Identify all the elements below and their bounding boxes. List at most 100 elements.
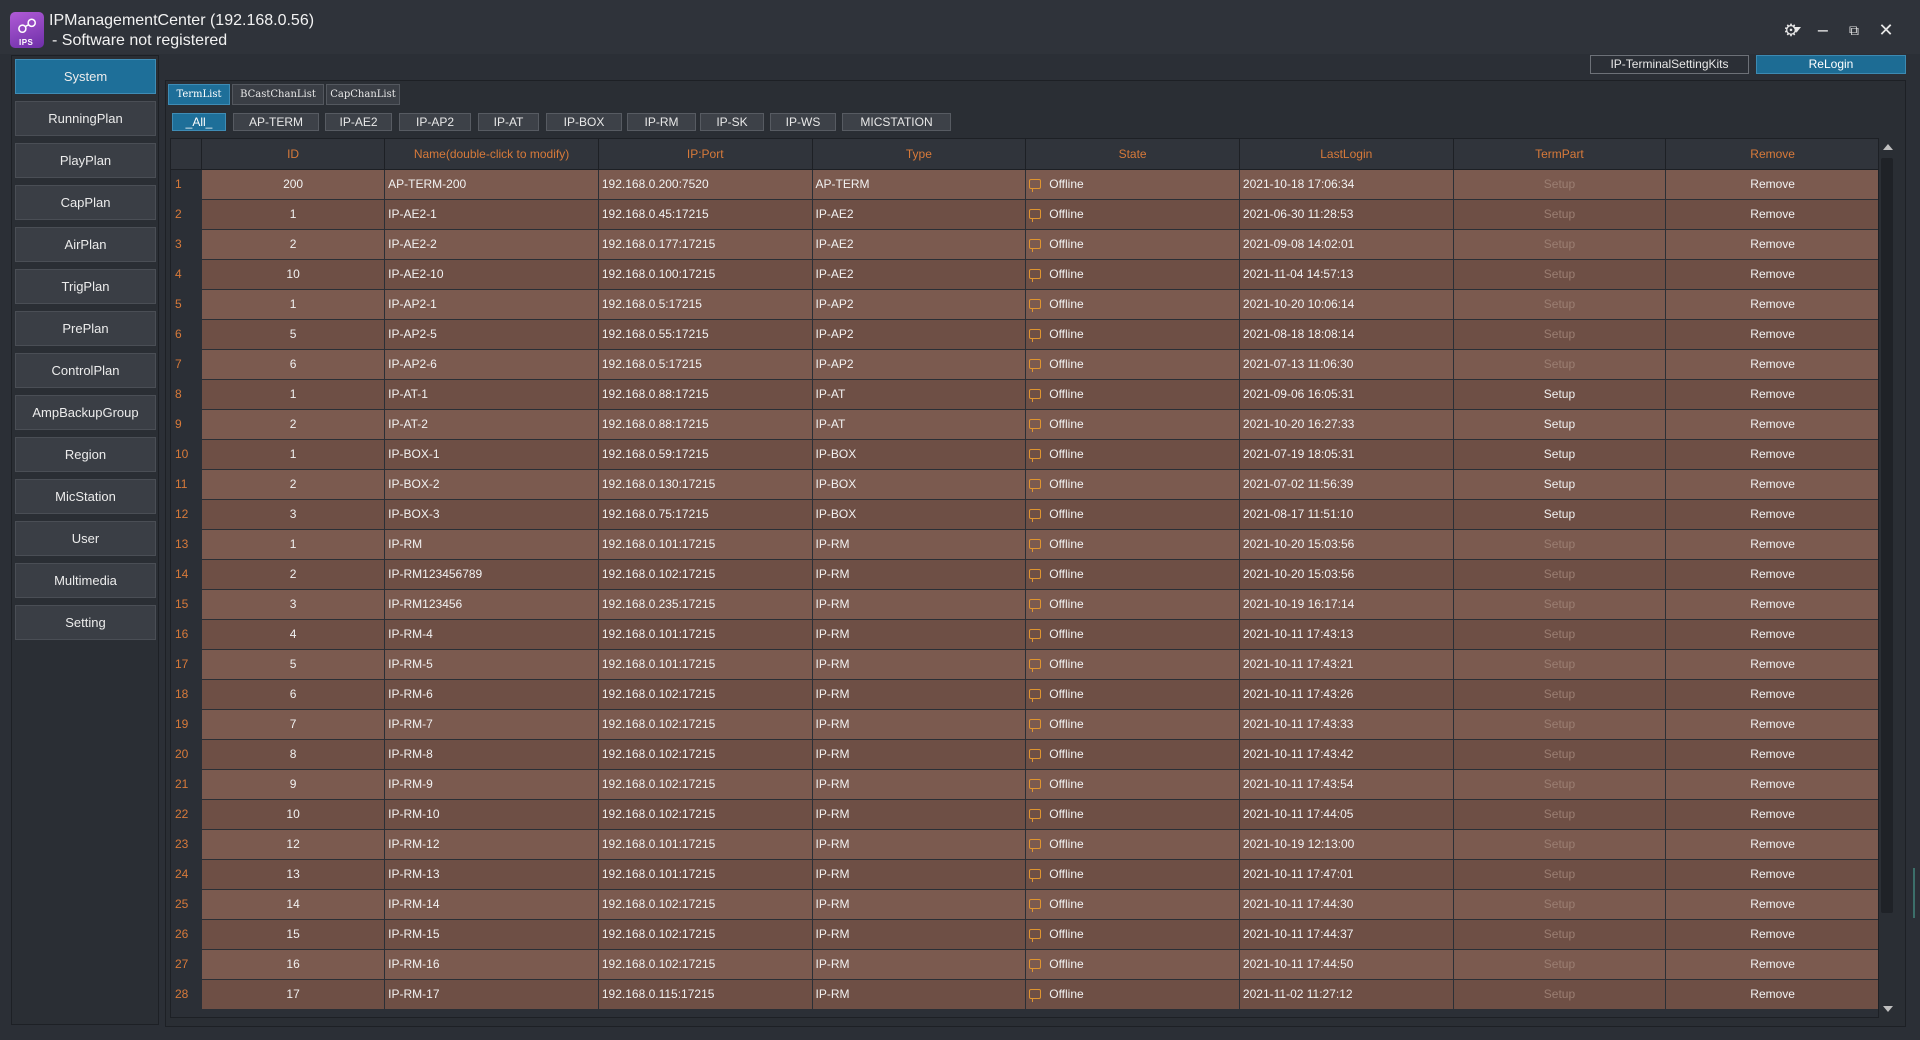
remove-button[interactable]: Remove — [1665, 769, 1878, 800]
table-row[interactable]: 5 1 IP-AP2-1 192.168.0.5:17215 IP-AP2 Offline… — [171, 289, 1878, 320]
filter-ip-ap2[interactable]: IP-AP2 — [399, 113, 471, 131]
relogin-button[interactable]: ReLogin — [1756, 55, 1906, 74]
cell-name[interactable]: IP-AE2-2 — [384, 229, 599, 260]
terminal-setting-kits-button[interactable]: IP-TerminalSettingKits — [1590, 55, 1749, 74]
remove-button[interactable]: Remove — [1665, 919, 1878, 950]
cell-name[interactable]: IP-RM-10 — [384, 799, 599, 830]
filter-ip-rm[interactable]: IP-RM — [627, 113, 696, 131]
sidebar-item-preplan[interactable]: PrePlan — [15, 311, 156, 346]
remove-button[interactable]: Remove — [1665, 619, 1878, 650]
cell-name[interactable]: IP-AP2-5 — [384, 319, 599, 350]
table-row[interactable]: 2 1 IP-AE2-1 192.168.0.45:17215 IP-AE2 Offlin… — [171, 199, 1878, 230]
remove-button[interactable]: Remove — [1665, 739, 1878, 770]
cell-name[interactable]: IP-AP2-6 — [384, 349, 599, 380]
table-row[interactable]: 12 3 IP-BOX-3 192.168.0.75:17215 IP-BOX Offli… — [171, 499, 1878, 530]
sidebar-item-controlplan[interactable]: ControlPlan — [15, 353, 156, 388]
remove-button[interactable]: Remove — [1665, 589, 1878, 620]
remove-button[interactable]: Remove — [1665, 679, 1878, 710]
column-header-type[interactable]: Type — [812, 139, 1027, 170]
remove-button[interactable]: Remove — [1665, 379, 1878, 410]
setup-button[interactable]: Setup — [1453, 259, 1667, 290]
column-header-term-part[interactable]: TermPart — [1453, 139, 1667, 170]
tab-bcastchanlist[interactable]: BCastChanList — [232, 84, 324, 105]
cell-name[interactable]: IP-BOX-3 — [384, 499, 599, 530]
setup-button[interactable]: Setup — [1453, 829, 1667, 860]
table-row[interactable]: 16 4 IP-RM-4 192.168.0.101:17215 IP-RM Offlin… — [171, 619, 1878, 650]
remove-button[interactable]: Remove — [1665, 859, 1878, 890]
setup-button[interactable]: Setup — [1453, 889, 1667, 920]
column-header-name[interactable]: Name(double-click to modify) — [384, 139, 599, 170]
resize-grip[interactable] — [1913, 868, 1918, 918]
cell-name[interactable]: IP-RM123456789 — [384, 559, 599, 590]
sidebar-item-runningplan[interactable]: RunningPlan — [15, 101, 156, 136]
cell-name[interactable]: IP-AP2-1 — [384, 289, 599, 320]
settings-caret-icon[interactable] — [1793, 27, 1801, 32]
table-row[interactable]: 25 14 IP-RM-14 192.168.0.102:17215 IP-RM Offl… — [171, 889, 1878, 920]
column-header-id[interactable]: ID — [201, 139, 386, 170]
table-row[interactable]: 23 12 IP-RM-12 192.168.0.101:17215 IP-RM Offl… — [171, 829, 1878, 860]
setup-button[interactable]: Setup — [1453, 439, 1667, 470]
sidebar-item-micstation[interactable]: MicStation — [15, 479, 156, 514]
cell-name[interactable]: IP-RM-9 — [384, 769, 599, 800]
column-header-ip-port[interactable]: IP:Port — [598, 139, 813, 170]
setup-button[interactable]: Setup — [1453, 949, 1667, 980]
setup-button[interactable]: Setup — [1453, 799, 1667, 830]
remove-button[interactable]: Remove — [1665, 649, 1878, 680]
cell-name[interactable]: IP-RM-12 — [384, 829, 599, 860]
table-row[interactable]: 15 3 IP-RM123456 192.168.0.235:17215 IP-RM Of… — [171, 589, 1878, 620]
table-row[interactable]: 13 1 IP-RM 192.168.0.101:17215 IP-RM Offline 2… — [171, 529, 1878, 560]
cell-name[interactable]: IP-RM-4 — [384, 619, 599, 650]
restore-icon[interactable]: ⧉ — [1841, 18, 1867, 44]
table-row[interactable]: 19 7 IP-RM-7 192.168.0.102:17215 IP-RM Offlin… — [171, 709, 1878, 740]
table-row[interactable]: 9 2 IP-AT-2 192.168.0.88:17215 IP-AT Offline 2… — [171, 409, 1878, 440]
table-row[interactable]: 14 2 IP-RM123456789 192.168.0.102:17215 IP-R… — [171, 559, 1878, 590]
table-row[interactable]: 11 2 IP-BOX-2 192.168.0.130:17215 IP-BOX Offl… — [171, 469, 1878, 500]
table-row[interactable]: 7 6 IP-AP2-6 192.168.0.5:17215 IP-AP2 Offline… — [171, 349, 1878, 380]
table-row[interactable]: 4 10 IP-AE2-10 192.168.0.100:17215 IP-AE2 Off… — [171, 259, 1878, 290]
table-row[interactable]: 26 15 IP-RM-15 192.168.0.102:17215 IP-RM Offl… — [171, 919, 1878, 950]
table-row[interactable]: 1 200 AP-TERM-200 192.168.0.200:7520 AP-TERM… — [171, 169, 1878, 200]
sidebar-item-multimedia[interactable]: Multimedia — [15, 563, 156, 598]
filter-micstation[interactable]: MICSTATION — [842, 113, 951, 131]
cell-name[interactable]: IP-AE2-1 — [384, 199, 599, 230]
setup-button[interactable]: Setup — [1453, 649, 1667, 680]
remove-button[interactable]: Remove — [1665, 229, 1878, 260]
cell-name[interactable]: IP-RM-16 — [384, 949, 599, 980]
setup-button[interactable]: Setup — [1453, 859, 1667, 890]
setup-button[interactable]: Setup — [1453, 499, 1667, 530]
sidebar-item-region[interactable]: Region — [15, 437, 156, 472]
table-row[interactable]: 6 5 IP-AP2-5 192.168.0.55:17215 IP-AP2 Offlin… — [171, 319, 1878, 350]
sidebar-item-airplan[interactable]: AirPlan — [15, 227, 156, 262]
scroll-down-arrow-icon[interactable] — [1883, 1006, 1893, 1012]
sidebar-item-capplan[interactable]: CapPlan — [15, 185, 156, 220]
setup-button[interactable]: Setup — [1453, 919, 1667, 950]
remove-button[interactable]: Remove — [1665, 889, 1878, 920]
remove-button[interactable]: Remove — [1665, 289, 1878, 320]
cell-name[interactable]: IP-BOX-2 — [384, 469, 599, 500]
cell-name[interactable]: IP-RM-15 — [384, 919, 599, 950]
setup-button[interactable]: Setup — [1453, 679, 1667, 710]
remove-button[interactable]: Remove — [1665, 319, 1878, 350]
cell-name[interactable]: IP-RM-8 — [384, 739, 599, 770]
cell-name[interactable]: IP-BOX-1 — [384, 439, 599, 470]
tab-capchanlist[interactable]: CapChanList — [326, 84, 400, 105]
setup-button[interactable]: Setup — [1453, 409, 1667, 440]
minimize-icon[interactable]: − — [1810, 18, 1836, 44]
vertical-scrollbar[interactable] — [1878, 138, 1895, 1018]
column-header-remove[interactable]: Remove — [1665, 139, 1878, 170]
cell-name[interactable]: IP-RM-5 — [384, 649, 599, 680]
setup-button[interactable]: Setup — [1453, 619, 1667, 650]
cell-name[interactable]: IP-AE2-10 — [384, 259, 599, 290]
setup-button[interactable]: Setup — [1453, 169, 1667, 200]
setup-button[interactable]: Setup — [1453, 229, 1667, 260]
table-row[interactable]: 22 10 IP-RM-10 192.168.0.102:17215 IP-RM Offl… — [171, 799, 1878, 830]
setup-button[interactable]: Setup — [1453, 709, 1667, 740]
scroll-up-arrow-icon[interactable] — [1883, 144, 1893, 150]
column-header-last-login[interactable]: LastLogin — [1239, 139, 1454, 170]
setup-button[interactable]: Setup — [1453, 979, 1667, 1010]
remove-button[interactable]: Remove — [1665, 439, 1878, 470]
filter-ip-ae2[interactable]: IP-AE2 — [325, 113, 392, 131]
sidebar-item-system[interactable]: System — [15, 59, 156, 94]
setup-button[interactable]: Setup — [1453, 469, 1667, 500]
setup-button[interactable]: Setup — [1453, 559, 1667, 590]
